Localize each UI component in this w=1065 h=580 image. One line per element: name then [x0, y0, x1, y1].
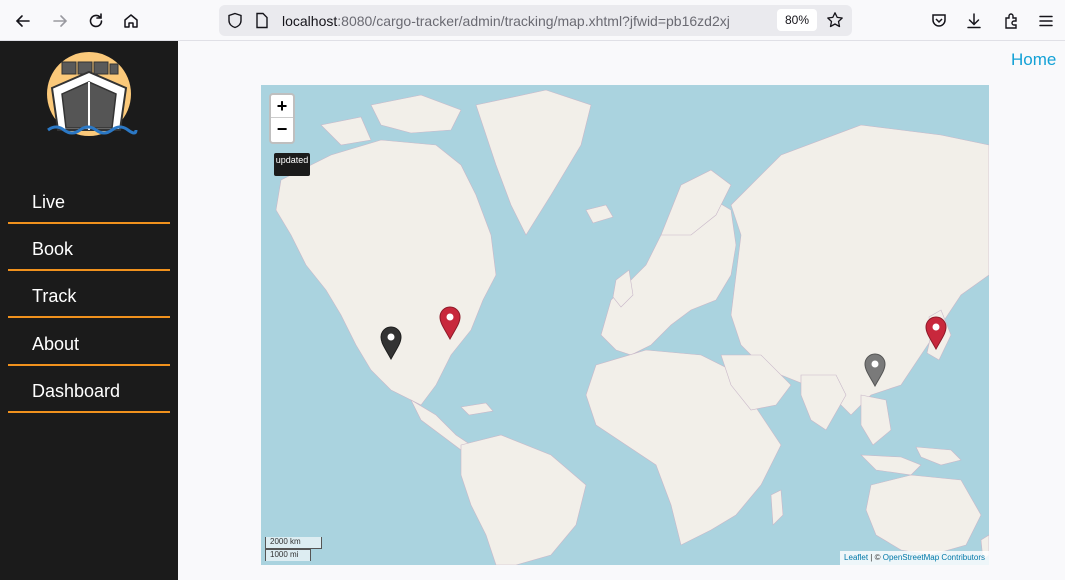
- sidebar: Live Book Track About Dashboard: [0, 41, 178, 580]
- nav-label-track: Track: [32, 286, 77, 306]
- nav-label-book: Book: [32, 239, 74, 259]
- nav-item-book[interactable]: Book: [8, 224, 170, 271]
- world-map[interactable]: + − updated 2000 km 1000 mi Leaflet | © …: [261, 85, 989, 565]
- extensions-icon[interactable]: [998, 8, 1024, 34]
- url-bar[interactable]: localhost:8080/cargo-tracker/admin/track…: [219, 5, 852, 36]
- map-status-badge: updated: [274, 153, 310, 176]
- map-marker-icon[interactable]: [925, 316, 947, 351]
- browser-toolbar: localhost:8080/cargo-tracker/admin/track…: [0, 0, 1065, 41]
- shield-icon[interactable]: [227, 12, 243, 34]
- osm-link[interactable]: OpenStreetMap Contributors: [883, 553, 985, 562]
- back-icon[interactable]: [10, 8, 36, 34]
- url-host: localhost: [282, 13, 338, 29]
- menu-icon[interactable]: [1033, 8, 1059, 34]
- zoom-in-button[interactable]: +: [271, 95, 293, 118]
- zoom-level-badge[interactable]: 80%: [777, 9, 817, 31]
- url-text[interactable]: localhost:8080/cargo-tracker/admin/track…: [282, 13, 730, 29]
- url-path: :8080/cargo-tracker/admin/tracking/map.x…: [337, 13, 730, 29]
- bookmark-star-icon[interactable]: [826, 11, 844, 34]
- map-marker-icon[interactable]: [864, 353, 886, 388]
- nav-item-track[interactable]: Track: [8, 271, 170, 318]
- forward-icon[interactable]: [47, 8, 73, 34]
- downloads-icon[interactable]: [961, 8, 987, 34]
- reload-icon[interactable]: [83, 8, 109, 34]
- map-marker-icon[interactable]: [380, 326, 402, 361]
- nav-item-live[interactable]: Live: [8, 177, 170, 224]
- map-marker-icon[interactable]: [439, 306, 461, 341]
- leaflet-link[interactable]: Leaflet: [844, 553, 868, 562]
- page-icon: [255, 12, 269, 34]
- home-link[interactable]: Home: [1011, 50, 1056, 70]
- nav-label-about: About: [32, 334, 80, 354]
- nav-label-live: Live: [32, 192, 66, 212]
- pocket-icon[interactable]: [926, 8, 952, 34]
- home-icon[interactable]: [118, 8, 144, 34]
- attribution-separator: | ©: [868, 553, 883, 562]
- nav-item-about[interactable]: About: [8, 319, 170, 366]
- zoom-out-button[interactable]: −: [271, 118, 293, 141]
- nav-label-dashboard: Dashboard: [32, 381, 121, 401]
- cargo-ship-logo[interactable]: [40, 50, 138, 136]
- map-tiles: [275, 89, 989, 565]
- map-zoom-control: + −: [269, 93, 295, 144]
- scale-km: 2000 km: [265, 537, 322, 549]
- nav-item-dashboard[interactable]: Dashboard: [8, 366, 170, 413]
- scale-mi: 1000 mi: [265, 549, 311, 561]
- map-attribution: Leaflet | © OpenStreetMap Contributors: [840, 551, 989, 565]
